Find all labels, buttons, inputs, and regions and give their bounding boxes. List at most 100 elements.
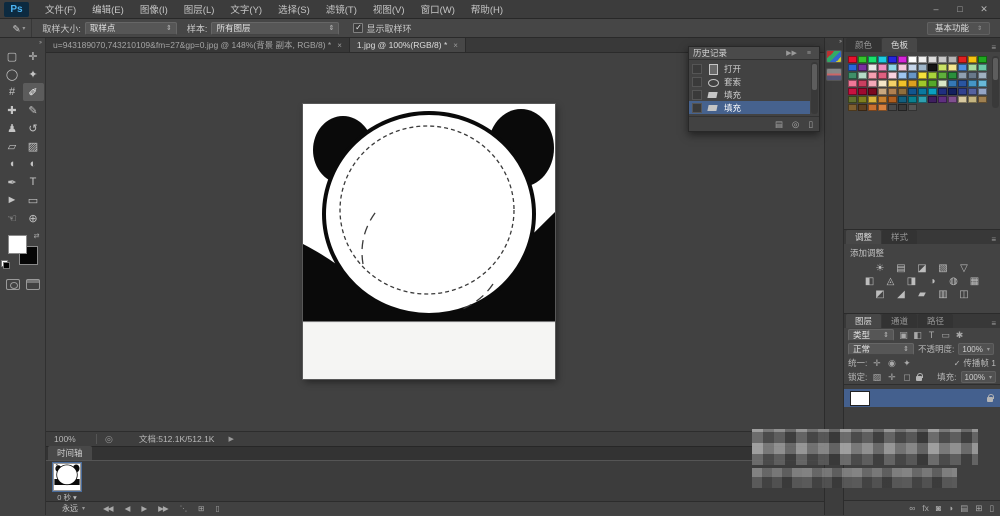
color-swatch[interactable] bbox=[868, 80, 877, 87]
tab-layers[interactable]: 图层 bbox=[846, 314, 881, 328]
layer-filter-icon[interactable]: ▭ bbox=[940, 330, 951, 341]
adjustment-icon[interactable]: ◑ bbox=[927, 276, 939, 287]
color-swatch[interactable] bbox=[888, 56, 897, 63]
color-swatch[interactable] bbox=[888, 88, 897, 95]
delete-frame-button[interactable]: ▯ bbox=[209, 504, 224, 513]
color-swatch[interactable] bbox=[928, 56, 937, 63]
eraser-tool[interactable]: ▱ bbox=[2, 137, 23, 155]
history-scrollbar[interactable] bbox=[811, 62, 818, 114]
color-swatch[interactable] bbox=[938, 80, 947, 87]
type-tool[interactable]: T bbox=[23, 173, 44, 191]
sample-dropdown[interactable]: 所有图层 ⇕ bbox=[211, 22, 339, 35]
color-swatch[interactable] bbox=[948, 80, 957, 87]
pen-tool[interactable]: ✒ bbox=[2, 173, 23, 191]
document-image[interactable] bbox=[303, 104, 555, 379]
adjustment-icon[interactable]: ▤ bbox=[895, 263, 907, 274]
new-layer-button[interactable]: ⊞ bbox=[975, 503, 982, 514]
color-swatch[interactable] bbox=[848, 64, 857, 71]
history-brush-tool[interactable]: ↺ bbox=[23, 119, 44, 137]
menu-item[interactable]: 滤镜(T) bbox=[318, 0, 365, 18]
color-swatch[interactable] bbox=[868, 72, 877, 79]
swap-colors-icon[interactable]: ⇄ bbox=[34, 232, 40, 240]
layer-mask-button[interactable]: ◙ bbox=[936, 503, 941, 513]
color-swatch[interactable] bbox=[928, 80, 937, 87]
color-swatch[interactable] bbox=[898, 104, 907, 111]
color-swatch[interactable] bbox=[968, 80, 977, 87]
adjustment-layer-button[interactable]: ◑ bbox=[948, 503, 953, 513]
lock-option-icon[interactable]: ◻ bbox=[901, 372, 912, 383]
menu-item[interactable]: 视图(V) bbox=[365, 0, 413, 18]
next-frame-button[interactable]: ▶▶ bbox=[152, 504, 174, 513]
screen-mode-button[interactable] bbox=[26, 279, 40, 290]
rectangle-tool[interactable]: ▭ bbox=[23, 191, 44, 209]
color-swatch[interactable] bbox=[968, 72, 977, 79]
magic-wand-tool[interactable]: ✦ bbox=[23, 65, 44, 83]
history-brush-source-well[interactable] bbox=[692, 103, 702, 113]
path-selection-tool[interactable]: ► bbox=[2, 191, 23, 209]
timeline-tab[interactable]: 时间轴 bbox=[48, 446, 92, 460]
color-swatch[interactable] bbox=[848, 104, 857, 111]
color-swatch[interactable] bbox=[978, 88, 987, 95]
move-tool[interactable]: ✛ bbox=[23, 47, 44, 65]
document-tab-2[interactable]: 1.jpg @ 100%(RGB/8) * × bbox=[350, 38, 466, 52]
zoom-level-field[interactable]: 100% bbox=[54, 434, 88, 444]
blend-mode-dropdown[interactable]: 正常 ⇕ bbox=[848, 343, 914, 355]
color-swatch[interactable] bbox=[848, 96, 857, 103]
close-icon[interactable]: × bbox=[337, 41, 342, 50]
color-swatch[interactable] bbox=[908, 88, 917, 95]
color-swatch[interactable] bbox=[908, 56, 917, 63]
color-swatch[interactable] bbox=[868, 96, 877, 103]
color-swatch[interactable] bbox=[848, 80, 857, 87]
clone-stamp-tool[interactable]: ♟ bbox=[2, 119, 23, 137]
color-swatch[interactable] bbox=[868, 104, 877, 111]
color-swatch[interactable] bbox=[958, 64, 967, 71]
adjustment-icon[interactable]: ◨ bbox=[906, 276, 918, 287]
tween-button[interactable]: ⋱ bbox=[174, 504, 193, 513]
color-swatch[interactable] bbox=[868, 64, 877, 71]
color-swatch[interactable] bbox=[918, 72, 927, 79]
expand-dock-chevron-icon[interactable]: ›› bbox=[839, 39, 843, 45]
history-brush-source-well[interactable] bbox=[692, 64, 702, 74]
menu-item[interactable]: 帮助(H) bbox=[463, 0, 511, 18]
color-swatch[interactable] bbox=[858, 64, 867, 71]
tab-channels[interactable]: 通道 bbox=[882, 314, 917, 328]
show-sampling-ring-checkbox[interactable]: ✓ bbox=[353, 23, 363, 33]
history-state-row[interactable]: 套索 bbox=[689, 75, 810, 88]
color-swatch[interactable] bbox=[958, 72, 967, 79]
color-swatch[interactable] bbox=[888, 96, 897, 103]
adjustment-icon[interactable]: ☀ bbox=[874, 263, 886, 274]
history-state-row[interactable]: 填充 bbox=[689, 101, 810, 114]
layer-filter-icon[interactable]: ◧ bbox=[912, 330, 923, 341]
color-swatch[interactable] bbox=[908, 80, 917, 87]
color-swatch[interactable] bbox=[858, 104, 867, 111]
first-frame-button[interactable]: ◀◀ bbox=[97, 504, 119, 513]
panel-menu-icon[interactable]: ≡ bbox=[987, 235, 1000, 244]
color-swatch[interactable] bbox=[918, 64, 927, 71]
color-swatch[interactable] bbox=[868, 56, 877, 63]
color-swatch[interactable] bbox=[918, 96, 927, 103]
color-swatch[interactable] bbox=[928, 96, 937, 103]
zoom-tool[interactable]: ⊕ bbox=[23, 209, 44, 227]
default-colors-icon[interactable] bbox=[1, 260, 10, 269]
color-swatch[interactable] bbox=[978, 96, 987, 103]
color-swatch[interactable] bbox=[878, 72, 887, 79]
opacity-field[interactable]: 100%▾ bbox=[958, 343, 993, 355]
menu-item[interactable]: 图像(I) bbox=[132, 0, 176, 18]
color-swatch[interactable] bbox=[968, 88, 977, 95]
menu-item[interactable]: 文字(Y) bbox=[222, 0, 270, 18]
adjustment-icon[interactable]: ◩ bbox=[874, 289, 886, 300]
color-swatch[interactable] bbox=[928, 72, 937, 79]
color-swatch[interactable] bbox=[948, 96, 957, 103]
adjustment-icon[interactable]: ▦ bbox=[969, 276, 981, 287]
frame-delay[interactable]: 0 秒 ▾ bbox=[52, 492, 82, 503]
sample-size-dropdown[interactable]: 取样点 ⇕ bbox=[85, 22, 177, 35]
delete-layer-button[interactable]: ▯ bbox=[989, 503, 994, 514]
blur-tool[interactable]: ◖ bbox=[2, 155, 23, 173]
brush-tool[interactable]: ✎ bbox=[23, 101, 44, 119]
color-swatch[interactable] bbox=[868, 88, 877, 95]
color-swatch[interactable] bbox=[918, 80, 927, 87]
history-state-row[interactable]: 打开 bbox=[689, 62, 810, 75]
adjustment-icon[interactable]: ◍ bbox=[948, 276, 960, 287]
layer-filter-icon[interactable]: ✱ bbox=[954, 330, 965, 341]
color-swatch[interactable] bbox=[928, 64, 937, 71]
